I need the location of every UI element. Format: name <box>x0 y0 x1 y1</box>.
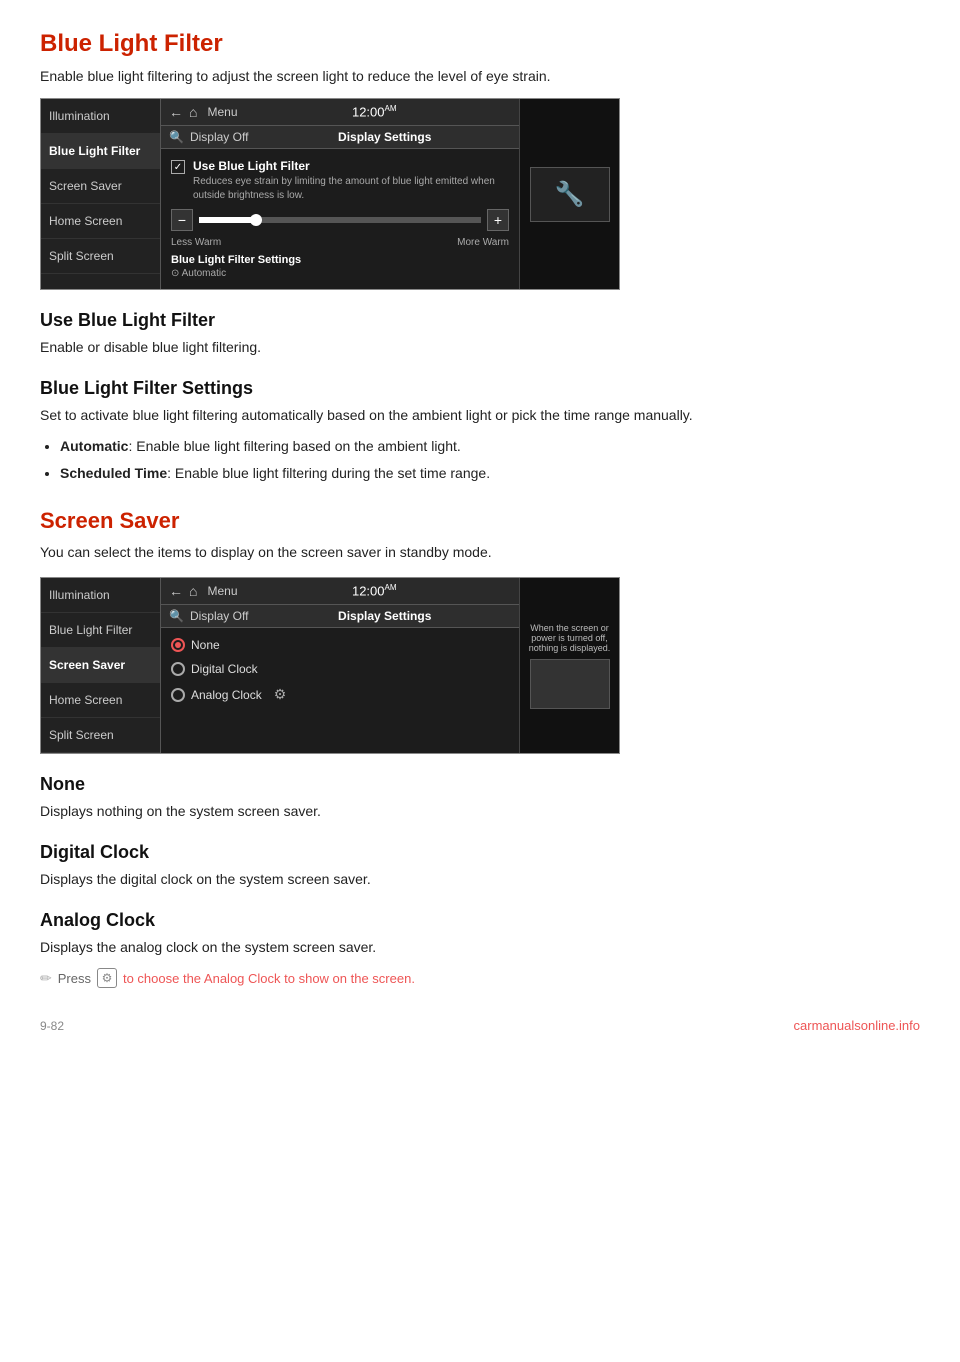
topbar-time: 12:00AM <box>238 104 512 119</box>
slider-plus-btn[interactable]: + <box>487 209 509 231</box>
display-settings-title-1: Display Settings <box>258 130 511 144</box>
wrench-icon: 🔧 <box>555 180 585 209</box>
display-off-label-2: Display Off <box>190 609 248 623</box>
topbar-time-2: 12:00AM <box>238 583 512 598</box>
note-gear-icon: ⚙ <box>97 968 117 988</box>
side-note-panel: When the screen or power is turned off, … <box>519 578 619 753</box>
use-blf-checkbox[interactable]: ✓ <box>171 160 185 174</box>
topbar-2: ← ⌂ Menu 12:00AM <box>161 578 519 605</box>
sidebar-item-homescreen-2[interactable]: Home Screen <box>41 683 160 718</box>
back-icon[interactable]: ← <box>169 104 183 120</box>
gear-icon-analog[interactable]: ⚙ <box>274 686 287 703</box>
sidebar-item-screensaver-2[interactable]: Screen Saver <box>41 648 160 683</box>
radio-digital[interactable]: Digital Clock <box>171 662 509 676</box>
sidebar-item-blue-light-2[interactable]: Blue Light Filter <box>41 613 160 648</box>
slider-minus-btn[interactable]: − <box>171 209 193 231</box>
section-screensaver-desc: You can select the items to display on t… <box>40 542 920 563</box>
note-suffix-text: to choose the Analog Clock to show on th… <box>123 971 415 986</box>
search-icon-1: 🔍 <box>169 130 184 144</box>
slider-row: − + <box>171 209 509 231</box>
section-use-title: Use Blue Light Filter <box>40 310 920 331</box>
sidebar-item-splitscreen-2[interactable]: Split Screen <box>41 718 160 753</box>
section-settings-desc: Set to activate blue light filtering aut… <box>40 405 920 426</box>
ui-screenshot-2: Illumination Blue Light Filter Screen Sa… <box>40 577 620 754</box>
preview-screen-1: 🔧 <box>530 167 610 222</box>
slider-label-more: More Warm <box>457 237 509 248</box>
menu-label-2[interactable]: Menu <box>207 584 237 598</box>
footer-page: 9-82 <box>40 1019 64 1033</box>
sidebar-item-illumination[interactable]: Illumination <box>41 99 160 134</box>
statusbar-2: 🔍 Display Off Display Settings <box>161 605 519 628</box>
display-settings-title-2: Display Settings <box>258 609 511 623</box>
sidebar-item-split-screen[interactable]: Split Screen <box>41 239 160 274</box>
pencil-icon: ✏ <box>40 970 52 987</box>
section-analog-title: Analog Clock <box>40 910 920 931</box>
search-icon-2: 🔍 <box>169 609 184 623</box>
use-blf-label: Use Blue Light Filter <box>193 159 509 173</box>
blf-auto-label: ⊙ Automatic <box>171 268 509 279</box>
section-digital-title: Digital Clock <box>40 842 920 863</box>
footer-logo: carmanualsonline.info <box>794 1018 920 1033</box>
page-title-blue-light: Blue Light Filter <box>40 30 920 58</box>
section-none-desc: Displays nothing on the system screen sa… <box>40 801 920 822</box>
note-line: ✏ Press ⚙ to choose the Analog Clock to … <box>40 968 920 988</box>
main-panel-2: ← ⌂ Menu 12:00AM 🔍 Display Off Display S… <box>161 578 519 753</box>
blf-settings-label: Blue Light Filter Settings <box>171 254 509 266</box>
footer: 9-82 carmanualsonline.info <box>40 1018 920 1033</box>
content-2: None Digital Clock Analog Clock ⚙ <box>161 628 519 723</box>
preview-screen-2 <box>530 659 610 709</box>
slider-label-less: Less Warm <box>171 237 221 248</box>
section-use-desc: Enable or disable blue light filtering. <box>40 337 920 358</box>
section-screensaver-title: Screen Saver <box>40 508 920 534</box>
sidebar-item-home-screen[interactable]: Home Screen <box>41 204 160 239</box>
sidebar-item-screen-saver[interactable]: Screen Saver <box>41 169 160 204</box>
use-blf-sublabel: Reduces eye strain by limiting the amoun… <box>193 175 509 203</box>
display-off-label-1: Display Off <box>190 130 248 144</box>
bullet-automatic: Automatic: Enable blue light filtering b… <box>60 436 920 457</box>
menu-label[interactable]: Menu <box>207 105 237 119</box>
home-icon[interactable]: ⌂ <box>189 104 197 120</box>
section-none-title: None <box>40 774 920 795</box>
bullet-list: Automatic: Enable blue light filtering b… <box>60 436 920 484</box>
sidebar-item-blue-light-filter[interactable]: Blue Light Filter <box>41 134 160 169</box>
main-panel-1: ← ⌂ Menu 12:00AM 🔍 Display Off Display S… <box>161 99 519 289</box>
bullet-scheduled: Scheduled Time: Enable blue light filter… <box>60 463 920 484</box>
sidebar-2: Illumination Blue Light Filter Screen Sa… <box>41 578 161 753</box>
sidebar-1: Illumination Blue Light Filter Screen Sa… <box>41 99 161 289</box>
slider-track[interactable] <box>199 217 481 223</box>
ui-screenshot-1: Illumination Blue Light Filter Screen Sa… <box>40 98 620 290</box>
section-analog-desc: Displays the analog clock on the system … <box>40 937 920 958</box>
section-digital-desc: Displays the digital clock on the system… <box>40 869 920 890</box>
home-icon-2[interactable]: ⌂ <box>189 583 197 599</box>
radio-none[interactable]: None <box>171 638 509 652</box>
radio-analog[interactable]: Analog Clock ⚙ <box>171 686 509 703</box>
statusbar-1: 🔍 Display Off Display Settings <box>161 126 519 149</box>
back-icon-2[interactable]: ← <box>169 583 183 599</box>
note-press-text: Press <box>58 971 91 986</box>
sidebar-item-illumination-2[interactable]: Illumination <box>41 578 160 613</box>
preview-panel-1: 🔧 <box>519 99 619 289</box>
desc-blue-light: Enable blue light filtering to adjust th… <box>40 68 920 84</box>
side-note-text: When the screen or power is turned off, … <box>528 623 611 653</box>
topbar-1: ← ⌂ Menu 12:00AM <box>161 99 519 126</box>
content-1: ✓ Use Blue Light Filter Reduces eye stra… <box>161 149 519 289</box>
section-settings-title: Blue Light Filter Settings <box>40 378 920 399</box>
